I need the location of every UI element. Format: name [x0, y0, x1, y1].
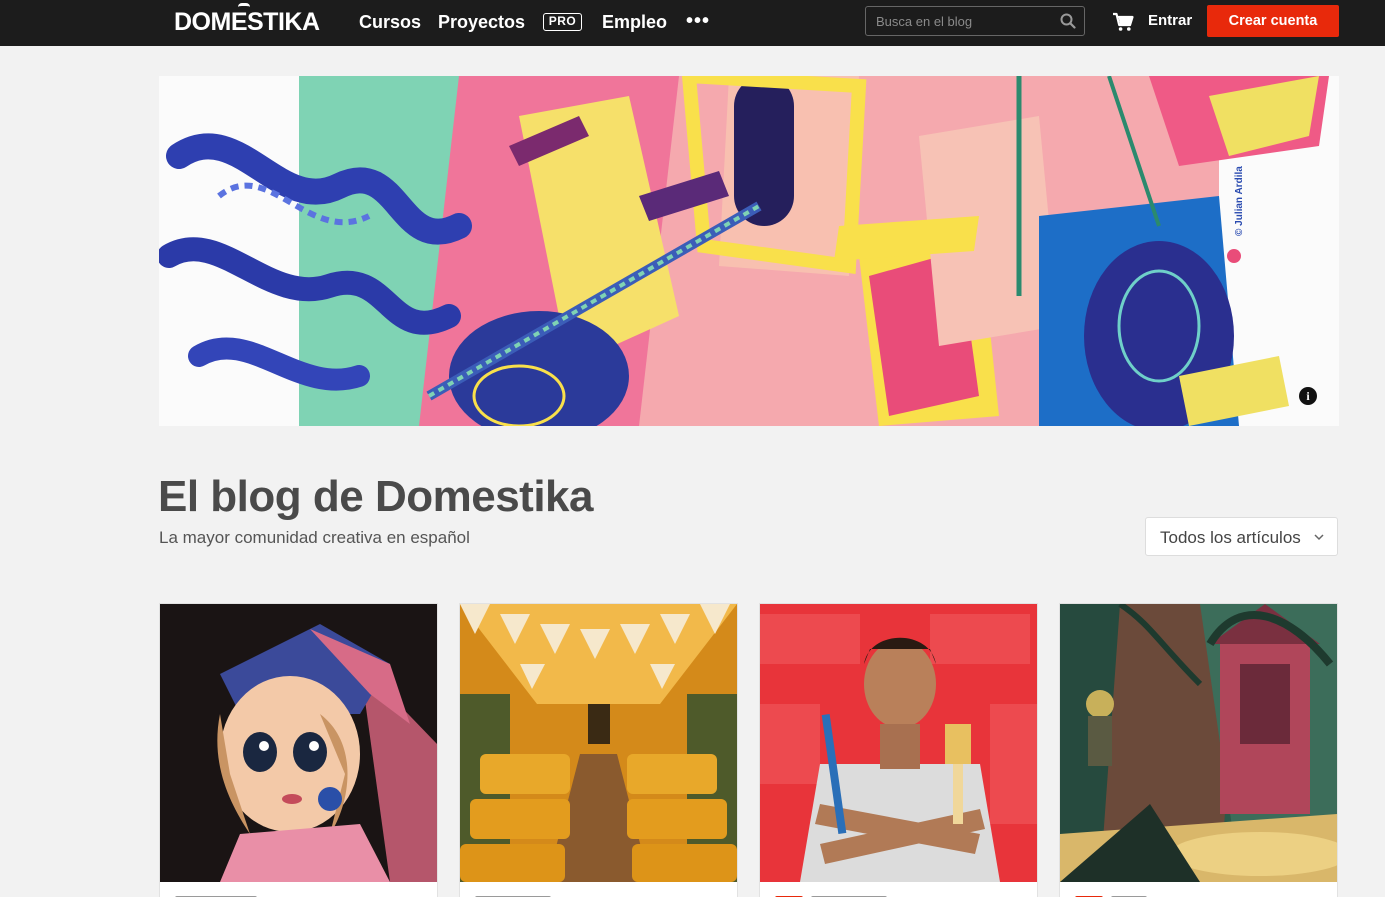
logo-accent-mark [238, 3, 250, 7]
nav-item-cursos[interactable]: Cursos [359, 11, 421, 33]
nav-item-empleo[interactable]: Empleo [602, 11, 667, 33]
login-link[interactable]: Entrar [1148, 12, 1192, 30]
article-filter-dropdown[interactable]: Todos los artículos [1145, 517, 1338, 556]
hero-credit: © Julian Ardila [1234, 152, 1248, 236]
page-title: El blog de Domestika [158, 472, 593, 521]
article-card-4[interactable] [1059, 603, 1338, 897]
nav-item-pro-badge[interactable]: PRO [543, 13, 582, 31]
chevron-down-icon [1314, 534, 1324, 541]
article-card-1[interactable] [159, 603, 438, 897]
blog-search [865, 6, 1085, 36]
domestika-logo[interactable]: DOMESTIKA [174, 8, 320, 36]
article-card-image [160, 604, 437, 882]
nav-more-menu[interactable]: ••• [686, 10, 710, 32]
article-card-3[interactable] [759, 603, 1038, 897]
top-navigation-bar: DOMESTIKA Cursos Proyectos PRO Empleo ••… [0, 0, 1385, 46]
info-icon[interactable]: i [1299, 387, 1317, 405]
page-subtitle: La mayor comunidad creativa en español [159, 528, 470, 547]
search-icon[interactable] [1060, 13, 1076, 29]
nav-item-proyectos[interactable]: Proyectos [438, 11, 525, 33]
search-input[interactable] [866, 7, 1056, 35]
article-card-2[interactable] [459, 603, 738, 897]
hero-illustration [159, 76, 1339, 426]
filter-selected-value: Todos los artículos [1160, 528, 1301, 547]
hero-artwork [159, 76, 1339, 426]
article-card-image [760, 604, 1037, 882]
hero-credit-text: © Julian Ardila [1234, 166, 1245, 236]
create-account-button[interactable]: Crear cuenta [1207, 5, 1339, 37]
cart-icon[interactable] [1112, 12, 1134, 32]
article-card-image [1060, 604, 1337, 882]
article-card-image [460, 604, 737, 882]
